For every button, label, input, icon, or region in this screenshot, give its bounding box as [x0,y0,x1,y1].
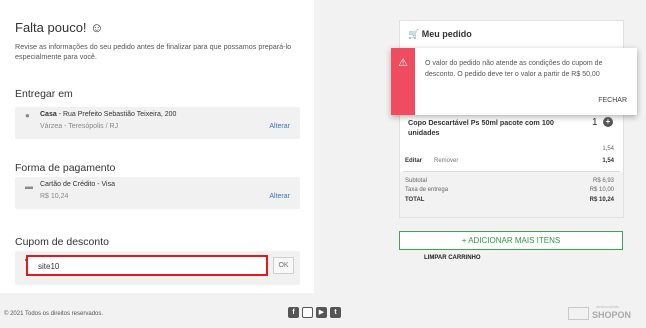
address-street: - Rua Prefeito Sebastião Teixeira, 200 [56,111,177,118]
total-label: TOTAL [405,197,425,203]
payment-card: ▬ Cartão de Crédito - Visa R$ 10,24 Alte… [15,177,300,209]
product-line-total: 1,54 [602,158,614,164]
adicionar-itens-button[interactable]: + ADICIONAR MAIS ITENS [399,231,623,250]
address-card: ● Casa - Rua Prefeito Sebastião Teixeira… [15,107,300,139]
logo-box [568,307,589,320]
pagamento-heading: Forma de pagamento [15,162,116,174]
instagram-icon[interactable] [302,307,313,318]
payment-method: Cartão de Crédito - Visa [40,181,115,188]
page-lead: Revise as informações do seu pedido ante… [15,42,292,61]
address-name: Casa [40,111,57,118]
credit-card-icon: ▬ [25,182,33,191]
fechar-button[interactable]: FECHAR [598,97,627,104]
address-line: Casa - Rua Prefeito Sebastião Teixeira, … [40,111,176,118]
page-title: Falta pouco! ☺ [15,20,104,35]
total-value: R$ 10,24 [589,197,614,203]
address-city: Várzea - Teresópolis / RJ [40,123,119,130]
taxa-label: Taxa de entrega [405,187,449,193]
coupon-input-wrapper [26,255,268,276]
youtube-icon[interactable]: ▶ [316,307,327,318]
coupon-alert: ⚠ O valor do pedido não atende as condiç… [391,48,637,115]
subtotal-value: R$ 6,93 [592,178,614,184]
plus-icon[interactable]: + [603,117,613,127]
alert-message: O valor do pedido não atende as condiçõe… [425,60,603,78]
cart-icon: 🛒 [408,29,420,39]
entregar-heading: Entregar em [15,88,73,100]
warning-icon: ⚠ [398,57,408,69]
limpar-carrinho-link[interactable]: LIMPAR CARRINHO [424,255,481,261]
cupom-heading: Cupom de desconto [15,236,109,248]
taxa-value: R$ 10,00 [589,187,614,193]
order-title-text: Meu pedido [421,29,472,39]
payment-amount: R$ 10,24 [40,193,69,200]
copyright: © 2021 Todos os direitos reservados. [4,311,104,317]
order-title: 🛒 Meu pedido [408,29,472,40]
coupon-ok-button[interactable]: OK [273,257,294,274]
product-unit-price: 1,54 [602,146,614,152]
coupon-input[interactable] [38,260,238,273]
location-pin-icon: ● [25,111,30,120]
product-name: Copo Descartável Ps 50ml pacote com 100 … [408,118,554,137]
logo-small-text: desenvolvido [596,304,620,309]
product-qty: 1 [592,117,598,128]
subtotal-label: Subtotal [405,178,428,184]
editar-link[interactable]: Editar [405,158,422,164]
logo-text: SHOPON [592,310,632,320]
remover-link[interactable]: Remover [434,158,458,164]
alterar-endereco-link[interactable]: Alterar [269,123,290,130]
alterar-pagamento-link[interactable]: Alterar [269,193,290,200]
facebook-icon[interactable]: f [288,307,299,318]
twitter-icon[interactable]: t [330,307,341,318]
